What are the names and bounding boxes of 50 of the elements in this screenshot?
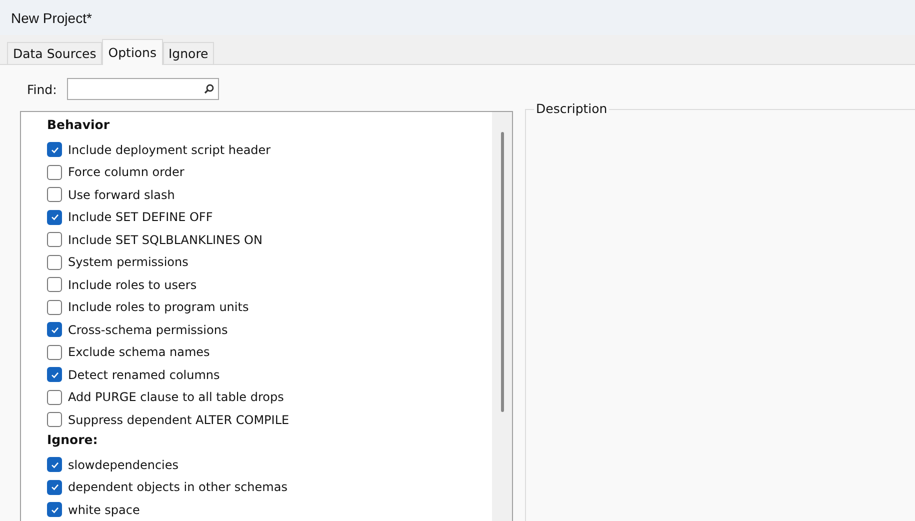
check-icon — [50, 212, 60, 222]
option-label: Suppress dependent ALTER COMPILE — [68, 412, 290, 427]
scrollbar[interactable] — [492, 112, 512, 521]
check-icon — [50, 482, 60, 492]
option-label: Force column order — [68, 165, 184, 180]
check-icon — [50, 370, 60, 380]
option-label: Use forward slash — [68, 188, 175, 202]
option-label: Include SET SQLBLANKLINES ON — [68, 232, 262, 247]
option-label: Include roles to users — [68, 278, 197, 292]
checkbox[interactable] — [47, 210, 62, 225]
description-title: Description — [534, 101, 610, 116]
checkbox[interactable] — [47, 344, 62, 360]
checkbox[interactable] — [47, 412, 62, 428]
option-label: Include SET DEFINE OFF — [68, 210, 213, 224]
check-icon — [50, 504, 60, 515]
tab[interactable]: Data Sources — [7, 42, 102, 64]
checkbox[interactable] — [47, 457, 62, 472]
checkbox[interactable] — [47, 187, 62, 202]
checkbox[interactable] — [47, 502, 62, 518]
tab[interactable]: Ignore — [162, 42, 214, 64]
checkbox[interactable] — [47, 277, 62, 292]
option-label: Detect renamed columns — [68, 368, 220, 382]
check-icon — [50, 460, 60, 470]
search-icon — [204, 84, 214, 94]
section-heading: Ignore: — [47, 431, 99, 449]
check-icon — [50, 144, 60, 155]
checkbox[interactable] — [47, 390, 62, 405]
checkbox[interactable] — [47, 164, 62, 180]
checkbox[interactable] — [47, 142, 62, 158]
option-label: Cross-schema permissions — [68, 322, 228, 337]
tab[interactable]: Options — [102, 39, 162, 65]
option-label: Include roles to program units — [68, 300, 249, 314]
window-title: New Project* — [11, 10, 92, 26]
checkbox[interactable] — [47, 300, 62, 315]
check-icon — [50, 324, 60, 335]
option-label: System permissions — [68, 255, 188, 270]
checkbox[interactable] — [47, 367, 62, 382]
option-label: Add PURGE clause to all table drops — [68, 390, 284, 404]
option-label: white space — [68, 502, 140, 517]
checkbox[interactable] — [47, 322, 62, 338]
option-label: Exclude schema names — [68, 345, 210, 360]
search-field[interactable] — [66, 78, 219, 100]
checkbox[interactable] — [47, 480, 62, 495]
checkbox[interactable] — [47, 254, 62, 270]
checkbox[interactable] — [47, 232, 62, 248]
find-label: Find: — [27, 82, 57, 96]
option-label: dependent objects in other schemas — [68, 480, 288, 494]
option-label: slowdependencies — [68, 458, 179, 472]
section-heading: Behavior — [47, 116, 111, 134]
option-label: Include deployment script header — [68, 142, 271, 157]
